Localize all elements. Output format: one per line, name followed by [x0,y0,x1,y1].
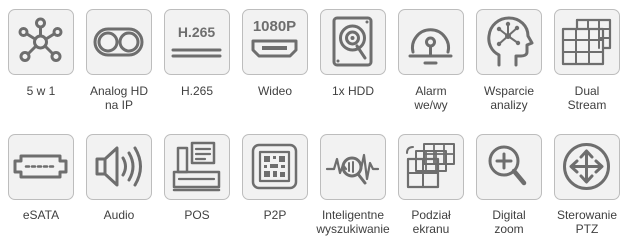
analytics-head-icon [476,9,542,75]
split-screen-icon [398,134,464,200]
svg-text:1080P: 1080P [253,18,296,35]
h265-codec-icon: H.265 [164,9,230,75]
zoom-in-icon [476,134,542,200]
svg-text:H.265: H.265 [178,24,216,40]
speaker-icon [86,134,152,200]
hdmi-port-icon: 1080P [242,9,308,75]
pos-terminal-icon [164,134,230,200]
toggle-switch-icon [86,9,152,75]
feature-label: Sterowanie PTZ [556,208,618,236]
qr-code-icon [242,134,308,200]
feature-grid: 5 w 1 Analog HD na IP H.265 H.265 1080P [0,0,622,246]
feature-label: Dual Stream [567,84,607,112]
esata-port-icon [8,134,74,200]
dual-stream-grid-icon [554,9,620,75]
alarm-bell-icon [398,9,464,75]
hard-disk-icon [320,9,386,75]
ptz-arrows-icon [554,134,620,200]
network-hub-icon [8,9,74,75]
smart-search-icon [320,134,386,200]
